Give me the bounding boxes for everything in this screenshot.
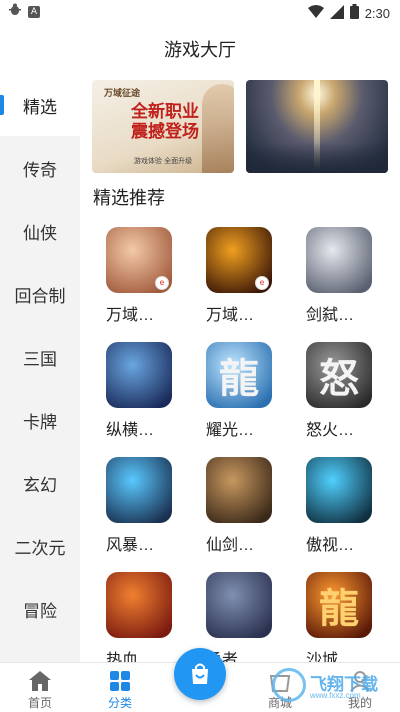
dragon-eye-icon[interactable]: e — [206, 227, 272, 293]
wifi-icon — [307, 4, 324, 23]
hot-blood-armor-icon[interactable] — [106, 572, 172, 638]
sidebar-item-label: 仙侠 — [23, 223, 57, 243]
sidebar-item-celue[interactable]: 策略 — [0, 641, 80, 662]
game-grid: e 万域… e 万域… 剑弑… 纵横… 龍耀光… 怒怒火… 风暴… 仙剑… 傲视… 热血… 勇者… 龍沙城… — [80, 224, 400, 662]
tab-label: 分类 — [107, 696, 132, 710]
category-sidebar: 精选 传奇 仙侠 回合制 三国 卡牌 玄幻 二次元 冒险 策略 — [0, 74, 80, 662]
game-card[interactable]: 热血… — [80, 569, 180, 662]
game-card[interactable]: e 万域… — [180, 224, 280, 334]
sidebar-item-label: 冒险 — [23, 601, 57, 621]
category-grid-icon — [110, 671, 130, 691]
game-card[interactable]: 仙剑… — [180, 454, 280, 564]
sidebar-item-label: 回合制 — [14, 286, 66, 306]
section-title: 精选推荐 — [93, 188, 165, 208]
tab-label: 首页 — [27, 696, 52, 710]
sidebar-item-xuanhuan[interactable]: 玄幻 — [0, 452, 80, 514]
game-name: 仙剑… — [206, 537, 255, 554]
banner-new-class[interactable]: 万域征途 全新职业 震撼登场 游戏体验 全面升级 — [92, 80, 234, 173]
banner-headline-line-2: 震撼登场 — [131, 122, 199, 141]
header: 游戏大厅 — [0, 24, 400, 74]
game-name: 风暴… — [106, 537, 155, 554]
sidebar-item-label: 二次元 — [14, 538, 66, 558]
game-name: 傲视… — [306, 537, 355, 554]
signal-icon — [329, 4, 344, 23]
rage-character-icon[interactable]: 怒 — [306, 342, 372, 408]
game-card[interactable]: 龍耀光… — [180, 339, 280, 449]
page-title: 游戏大厅 — [164, 40, 236, 60]
dragon-fire-icon[interactable]: 龍 — [306, 572, 372, 638]
sidebar-item-kapai[interactable]: 卡牌 — [0, 389, 80, 451]
watermark-sub: www.fxxz.com — [310, 691, 361, 700]
home-icon — [29, 671, 51, 691]
icon-glyph: 龍 — [319, 585, 359, 632]
brave-city-icon[interactable] — [206, 572, 272, 638]
tab-home[interactable]: 首页 — [0, 663, 80, 712]
sidebar-item-maoxian[interactable]: 冒险 — [0, 578, 80, 640]
game-card[interactable]: 风暴… — [80, 454, 180, 564]
game-name: 剑弑… — [306, 307, 355, 324]
shopping-bag-icon — [192, 663, 208, 684]
watermark-circle-icon — [272, 668, 306, 702]
game-card[interactable]: 剑弑… — [280, 224, 380, 334]
banner-headline: 全新职业 震撼登场 — [106, 102, 224, 142]
game-name: 怒火… — [306, 422, 355, 439]
publisher-badge: e — [255, 276, 269, 290]
status-bar: A 2:30 — [0, 0, 400, 24]
status-right: 2:30 — [307, 4, 390, 23]
game-card[interactable]: 傲视… — [280, 454, 380, 564]
game-card[interactable]: 纵横… — [80, 339, 180, 449]
banner-castle-art — [246, 143, 388, 173]
fantasy-girl-icon[interactable]: e — [106, 227, 172, 293]
banner-tag: 万域征途 — [104, 89, 141, 99]
sidebar-item-xianxia[interactable]: 仙侠 — [0, 200, 80, 262]
sidebar-item-label: 卡牌 — [23, 412, 57, 432]
sidebar-item-label: 传奇 — [23, 160, 57, 180]
a-icon: A — [28, 5, 40, 18]
banner-subline: 游戏体验 全面升级 — [133, 157, 193, 165]
game-card[interactable]: 怒怒火… — [280, 339, 380, 449]
white-hair-swordsman-icon[interactable] — [306, 227, 372, 293]
game-name: 万域… — [106, 307, 155, 324]
banner-headline-line-1: 全新职业 — [131, 102, 199, 121]
xianjian-hero-icon[interactable] — [206, 457, 272, 523]
sidebar-item-label: 精选 — [23, 97, 57, 117]
bug-icon — [8, 3, 22, 20]
status-left: A — [8, 3, 40, 20]
sidebar-item-erciyuan[interactable]: 二次元 — [0, 515, 80, 577]
watermark-logo: 飞翔下载 www.fxxz.com — [272, 666, 396, 706]
storm-warrior-icon[interactable] — [106, 457, 172, 523]
icon-glyph: 龍 — [219, 355, 259, 402]
sidebar-item-label: 玄幻 — [23, 475, 57, 495]
dragon-character-icon[interactable]: 龍 — [206, 342, 272, 408]
tab-category[interactable]: 分类 — [80, 663, 160, 712]
sidebar-item-chuanqi[interactable]: 传奇 — [0, 137, 80, 199]
game-name: 万域… — [206, 307, 255, 324]
sidebar-item-label: 三国 — [23, 349, 57, 369]
banner-carousel: 万域征途 全新职业 震撼登场 游戏体验 全面升级 — [92, 80, 388, 173]
battery-icon — [349, 4, 359, 23]
icon-glyph: 怒 — [319, 355, 359, 402]
banner-light-pillar[interactable] — [246, 80, 388, 173]
sword-fairy-icon[interactable] — [106, 342, 172, 408]
game-name: 耀光… — [206, 422, 255, 439]
lightning-city-icon[interactable] — [306, 457, 372, 523]
sidebar-item-jingxuan[interactable]: 精选 — [0, 74, 80, 136]
publisher-badge: e — [155, 276, 169, 290]
sidebar-item-huihezhi[interactable]: 回合制 — [0, 263, 80, 325]
shopping-bag-button[interactable] — [174, 648, 226, 700]
status-time: 2:30 — [364, 6, 390, 21]
game-name: 沙城… — [306, 652, 355, 662]
game-name: 纵横… — [106, 422, 155, 439]
game-card[interactable]: 龍沙城… — [280, 569, 380, 662]
game-card[interactable]: e 万域… — [80, 224, 180, 334]
sidebar-item-sanguo[interactable]: 三国 — [0, 326, 80, 388]
game-name: 热血… — [106, 652, 155, 662]
